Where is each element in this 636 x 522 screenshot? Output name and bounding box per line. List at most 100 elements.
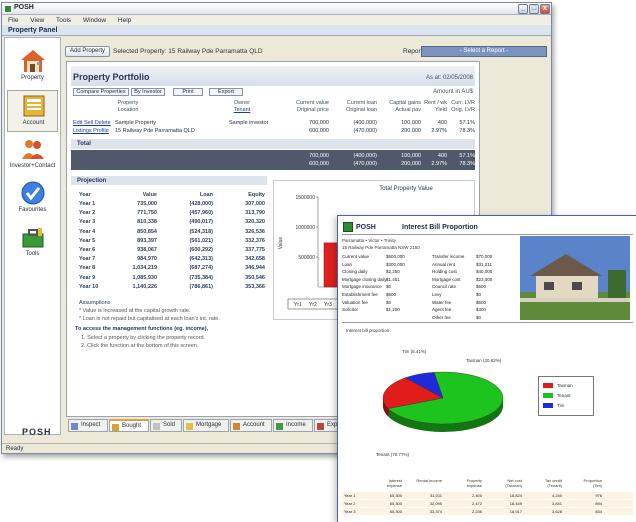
add-property-button[interactable]: Add Property bbox=[65, 46, 110, 57]
row-actions-listings[interactable]: Listings Profile bbox=[73, 128, 109, 134]
proj-cell-year: Year 5 bbox=[79, 237, 96, 244]
proj-header-equity: Equity bbox=[248, 192, 265, 198]
tab-mortgage[interactable]: Mortgage bbox=[183, 419, 229, 432]
chart-title: Total Property Value bbox=[379, 186, 433, 192]
sidebar-item-favourites[interactable]: Favourites bbox=[7, 178, 58, 220]
assumption-2: * Loan is not repaid but capitalised at … bbox=[79, 316, 220, 322]
report-title: Interest Bill Proportion bbox=[402, 224, 478, 231]
management-step-1: 1. Select a property by clicking the pro… bbox=[81, 335, 206, 341]
print-button[interactable]: Print bbox=[173, 88, 203, 96]
proj-cell-year: Year 8 bbox=[79, 265, 96, 272]
row-current-loan: (400,000) bbox=[353, 120, 377, 126]
currency-note: Amount in AU$ bbox=[432, 89, 473, 95]
tab-inspect[interactable]: Inspect bbox=[68, 419, 108, 432]
minimize-button[interactable]: _ bbox=[518, 4, 528, 14]
as-at-date: As at: 02/05/2008 bbox=[425, 75, 473, 81]
col-header-tenant[interactable]: Tenant bbox=[227, 107, 257, 113]
total-rent: 400 bbox=[437, 153, 447, 159]
income-label: Council rate bbox=[432, 284, 457, 290]
report-table-cell: 32,095 bbox=[429, 501, 442, 506]
tab-sold[interactable]: Sold bbox=[150, 419, 182, 432]
report-table-cell: 3,628 bbox=[551, 509, 562, 514]
income-value: $23,000 bbox=[476, 276, 493, 282]
row-original-price: 600,000 bbox=[309, 128, 329, 134]
row-owner: Sample investor bbox=[229, 120, 269, 126]
assumptions-title: Assumptions bbox=[79, 300, 111, 306]
chart-xtick: Yr3 bbox=[324, 302, 332, 308]
proj-cell-year: Year 3 bbox=[79, 219, 96, 226]
sidebar-item-label: Favourites bbox=[18, 207, 47, 213]
tab-label: Mortgage bbox=[196, 422, 222, 428]
report-table-row: Year 3 65,300 33,374 2,236 18,917 3,628 834 bbox=[342, 508, 633, 515]
pie-label-tenant: Tenant (70.77%) bbox=[376, 452, 410, 457]
proj-cell-loan: (600,292) bbox=[189, 247, 213, 253]
report-select[interactable]: - Select a Report - bbox=[421, 46, 547, 57]
close-button[interactable]: x bbox=[540, 4, 550, 14]
row-property[interactable]: Sample Property bbox=[115, 120, 156, 126]
menu-help[interactable]: Help bbox=[118, 17, 131, 24]
report-table-cell: 976 bbox=[595, 493, 602, 498]
col-header-capital-gains: Capital gains bbox=[389, 100, 421, 106]
total-original-price: 600,000 bbox=[309, 161, 329, 167]
th-net-cost: Net cost (Taxman) bbox=[505, 478, 522, 488]
total-orig-lvr: 78.3% bbox=[459, 161, 475, 167]
panel-title: Property Panel bbox=[2, 25, 551, 36]
cost-label: Loan bbox=[342, 261, 353, 267]
maximize-button[interactable]: □ bbox=[529, 4, 539, 14]
report-table-cell: 31,011 bbox=[430, 493, 442, 498]
proj-cell-year: Year 2 bbox=[79, 210, 96, 217]
by-investor-button[interactable]: By Investor bbox=[131, 88, 165, 96]
proj-header-value: Value bbox=[142, 192, 157, 198]
proj-cell-loan: (687,274) bbox=[189, 265, 213, 272]
legend-item-tenant: Tenant bbox=[543, 393, 571, 400]
col-header-location: Location bbox=[117, 107, 139, 113]
menu-window[interactable]: Window bbox=[83, 17, 106, 24]
menu-tools[interactable]: Tools bbox=[56, 17, 71, 24]
sidebar-item-tools[interactable]: Tools bbox=[7, 222, 58, 264]
report-brand: POSH bbox=[356, 224, 376, 231]
menu-view[interactable]: View bbox=[30, 17, 44, 24]
proj-cell-value: 938,067 bbox=[137, 247, 157, 253]
legend-item-tim: Tim bbox=[543, 403, 564, 410]
proj-cell-loan: (524,318) bbox=[189, 228, 213, 235]
proj-cell-equity: 326,536 bbox=[245, 228, 265, 235]
tab-bought[interactable]: Bought bbox=[109, 419, 149, 432]
export-button[interactable]: Export bbox=[209, 88, 243, 96]
sidebar-item-investor-contact[interactable]: Investor+Contact bbox=[7, 134, 58, 176]
tab-income[interactable]: Income bbox=[273, 419, 313, 432]
report-table-cell: 894 bbox=[595, 501, 602, 506]
row-orig-lvr: 78.3% bbox=[459, 128, 475, 134]
cost-value: $0 bbox=[386, 299, 392, 305]
title-bar[interactable]: POSH _ □ x bbox=[2, 3, 551, 15]
tab-account[interactable]: Account bbox=[230, 419, 272, 432]
proj-cell-year: Year 9 bbox=[79, 274, 96, 281]
proj-cell-equity: 320,320 bbox=[245, 219, 265, 226]
row-actions-edit[interactable]: Edit Sell Delete bbox=[73, 120, 111, 126]
total-actual-pav: 200,000 bbox=[401, 161, 421, 167]
app-logo-icon bbox=[4, 5, 12, 13]
total-curr-lvr: 57.1% bbox=[459, 153, 475, 159]
report-table-cell: 4,240 bbox=[551, 493, 562, 498]
compare-properties-button[interactable]: Compare Properties bbox=[73, 88, 129, 96]
cost-value: $300,000 bbox=[386, 261, 405, 267]
total-current-value: 700,000 bbox=[309, 153, 329, 159]
report-table-cell: 3,841 bbox=[551, 501, 562, 506]
report-table-cell: 2,236 bbox=[471, 509, 482, 514]
report-table-cell: 834 bbox=[595, 509, 602, 514]
posh-logo-icon bbox=[343, 222, 353, 232]
proj-cell-value: 984,970 bbox=[137, 256, 157, 263]
report-table-cell: 33,374 bbox=[429, 509, 442, 514]
account-book-icon bbox=[23, 95, 45, 117]
row-curr-lvr: 57.1% bbox=[459, 120, 475, 126]
pie-label-tim: Tim (8.41%) bbox=[402, 349, 427, 354]
chart-xtick: Yr1 bbox=[294, 302, 302, 308]
proj-cell-equity: 313,790 bbox=[245, 210, 265, 217]
proj-cell-value: 850,854 bbox=[137, 228, 157, 235]
proj-cell-value: 1,140,226 bbox=[132, 283, 157, 290]
col-header-actual-pav: Actual pav bbox=[395, 107, 421, 113]
report-divider bbox=[342, 234, 633, 235]
col-header-property: Property bbox=[117, 100, 139, 106]
sidebar-item-property[interactable]: Property bbox=[7, 46, 58, 88]
menu-file[interactable]: File bbox=[8, 17, 18, 24]
sidebar-item-account[interactable]: Account bbox=[7, 90, 58, 132]
